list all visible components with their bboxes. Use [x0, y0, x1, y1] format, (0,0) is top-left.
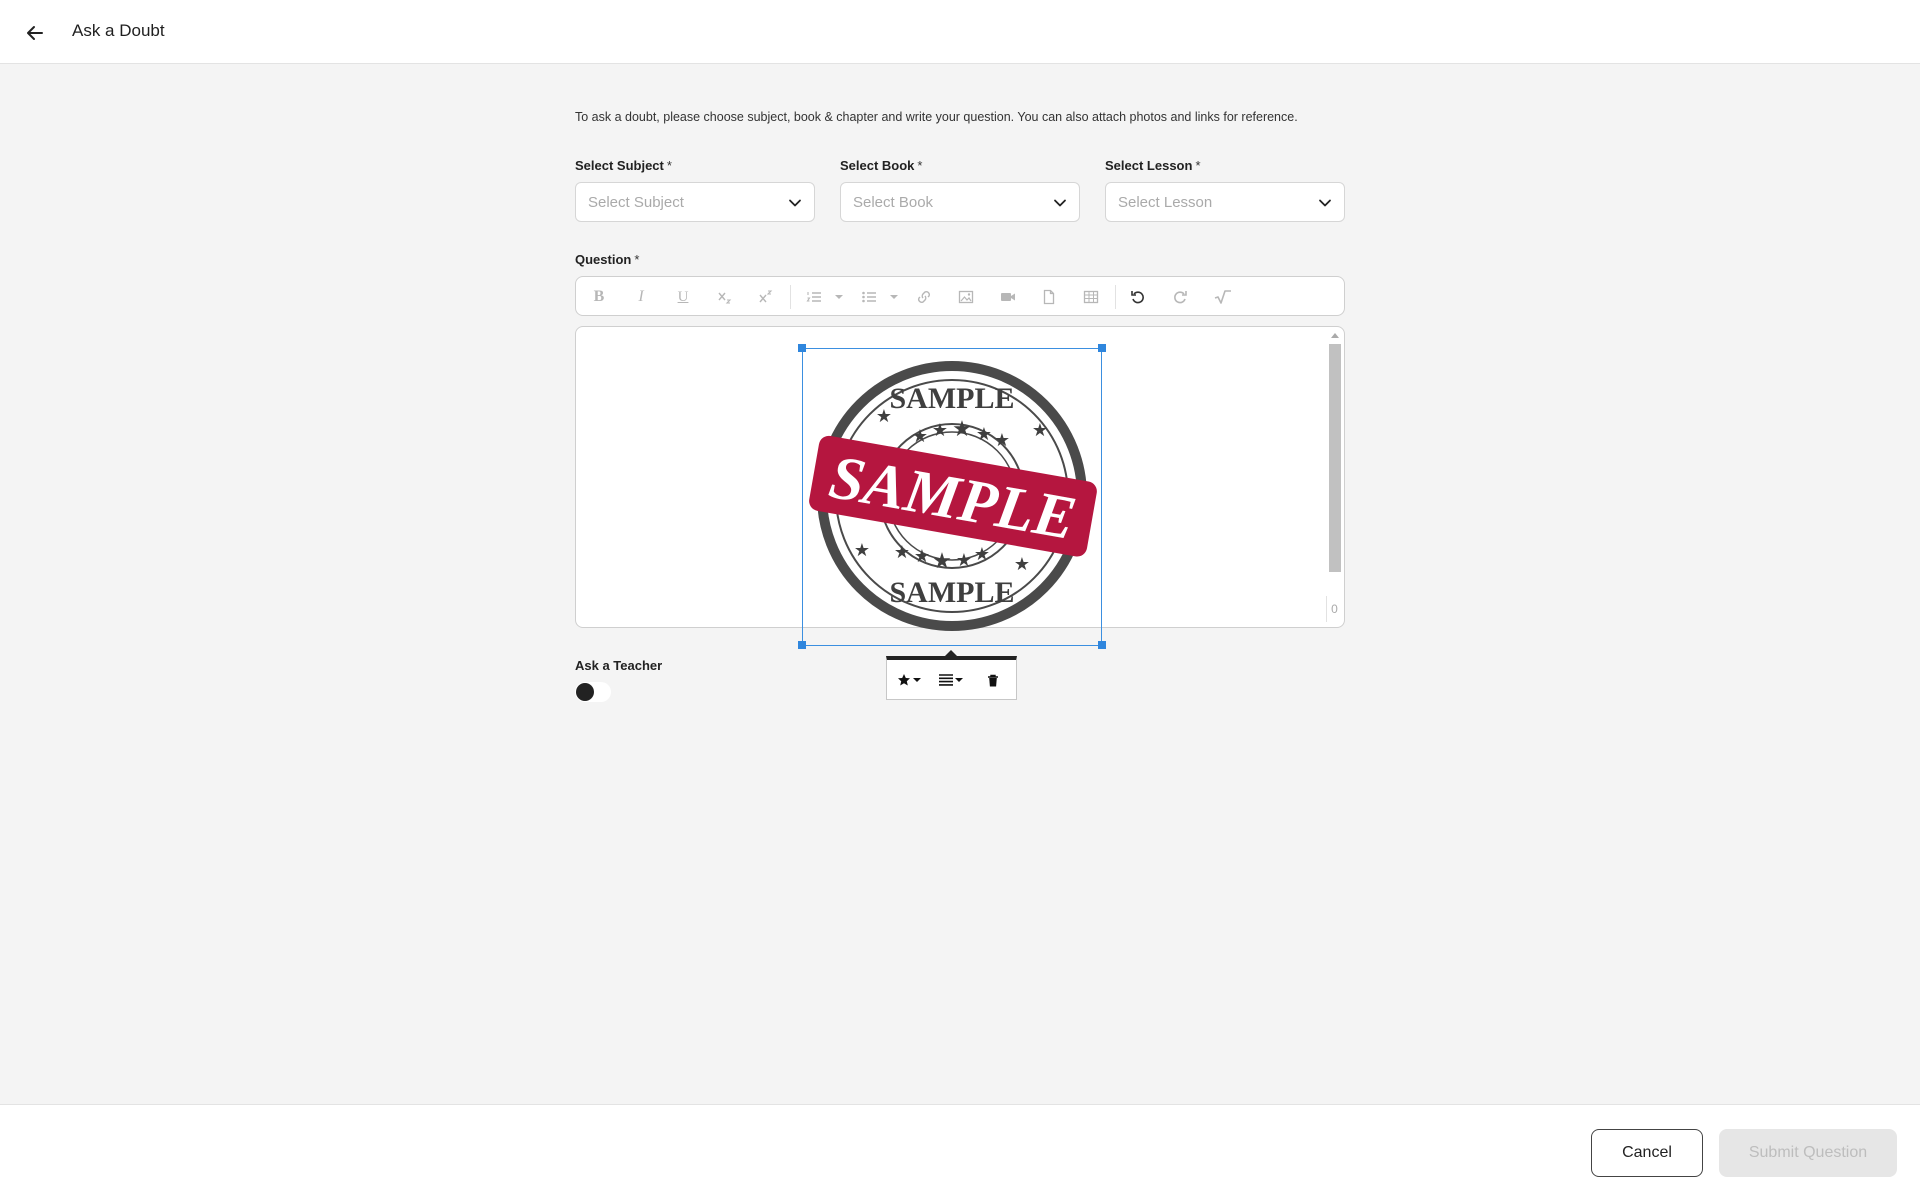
editor-toolbar: B I U: [575, 276, 1345, 316]
scrollbar-thumb[interactable]: [1329, 344, 1341, 572]
lesson-placeholder: Select Lesson: [1118, 194, 1213, 211]
ask-teacher-label: Ask a Teacher: [575, 658, 663, 673]
image-icon: [958, 290, 974, 304]
unordered-list-icon: [862, 291, 876, 303]
page-title: Ask a Doubt: [72, 21, 165, 40]
subscript-icon: [718, 292, 732, 304]
lesson-select[interactable]: Select Lesson: [1105, 182, 1345, 222]
table-button[interactable]: [1081, 287, 1101, 307]
chevron-down-icon: [1319, 199, 1331, 207]
link-icon: [918, 291, 930, 303]
align-icon: [939, 674, 953, 686]
trash-icon: [988, 674, 998, 686]
redo-icon: [1174, 291, 1187, 304]
redo-button[interactable]: [1170, 287, 1190, 307]
image-align-button[interactable]: [939, 670, 963, 690]
chevron-down-icon: [913, 678, 921, 682]
link-button[interactable]: [914, 287, 934, 307]
math-button[interactable]: [1213, 287, 1233, 307]
table-icon: [1083, 290, 1099, 304]
video-button[interactable]: [998, 287, 1018, 307]
chevron-down-icon: [789, 199, 801, 207]
required-mark: *: [634, 252, 640, 267]
book-select[interactable]: Select Book: [840, 182, 1080, 222]
file-button[interactable]: [1039, 287, 1059, 307]
lesson-label-text: Select Lesson: [1105, 158, 1193, 173]
ordered-list-button[interactable]: [804, 287, 824, 307]
undo-icon: [1131, 291, 1144, 304]
image-delete-button[interactable]: [987, 670, 999, 690]
image-style-button[interactable]: [897, 670, 921, 690]
image-button[interactable]: [956, 287, 976, 307]
chevron-down-icon: [1054, 199, 1066, 207]
chevron-down-icon: [955, 678, 963, 682]
subject-placeholder: Select Subject: [588, 194, 684, 211]
video-icon: [1001, 293, 1015, 301]
required-mark: *: [1195, 158, 1201, 173]
book-placeholder: Select Book: [853, 194, 934, 211]
superscript-icon: [759, 290, 773, 303]
toolbar-divider: [1115, 285, 1116, 309]
superscript-button[interactable]: [756, 287, 776, 307]
resize-handle-top-right[interactable]: [1098, 344, 1106, 352]
cancel-button[interactable]: Cancel: [1591, 1129, 1703, 1177]
chevron-down-icon[interactable]: [890, 295, 898, 299]
question-label: Question *: [575, 252, 639, 267]
subject-label: Select Subject *: [575, 158, 672, 173]
popup-arrow: [945, 650, 957, 656]
question-label-text: Question: [575, 252, 632, 267]
image-toolbar-popup: [886, 650, 1017, 700]
undo-button[interactable]: [1128, 287, 1148, 307]
resize-handle-bottom-left[interactable]: [798, 641, 806, 649]
subject-label-text: Select Subject: [575, 158, 664, 173]
bold-button[interactable]: B: [589, 287, 609, 307]
back-button[interactable]: [22, 20, 48, 46]
char-counter: 0: [1326, 596, 1342, 622]
underline-button[interactable]: U: [673, 287, 693, 307]
ordered-list-icon: [806, 292, 821, 302]
resize-handle-bottom-right[interactable]: [1098, 641, 1106, 649]
square-root-icon: [1214, 290, 1231, 304]
instructions-text: To ask a doubt, please choose subject, b…: [575, 110, 1298, 124]
submit-question-button[interactable]: Submit Question: [1719, 1129, 1897, 1177]
book-label-text: Select Book: [840, 158, 915, 173]
star-icon: [898, 674, 910, 686]
unordered-list-button[interactable]: [859, 287, 879, 307]
required-mark: *: [666, 158, 672, 173]
resize-handle-top-left[interactable]: [798, 344, 806, 352]
required-mark: *: [917, 158, 923, 173]
toggle-knob: [576, 683, 594, 701]
arrow-left-icon: [27, 26, 43, 40]
chevron-down-icon[interactable]: [835, 295, 843, 299]
lesson-label: Select Lesson *: [1105, 158, 1201, 173]
subscript-button[interactable]: [715, 287, 735, 307]
image-selection-frame[interactable]: [802, 348, 1102, 646]
book-label: Select Book *: [840, 158, 922, 173]
italic-button[interactable]: I: [631, 287, 651, 307]
scroll-up-icon[interactable]: [1331, 333, 1339, 338]
toolbar-divider: [790, 285, 791, 309]
ask-teacher-toggle[interactable]: [575, 682, 611, 702]
subject-select[interactable]: Select Subject: [575, 182, 815, 222]
top-bar: Ask a Doubt: [0, 0, 1920, 64]
file-icon: [1043, 289, 1055, 305]
